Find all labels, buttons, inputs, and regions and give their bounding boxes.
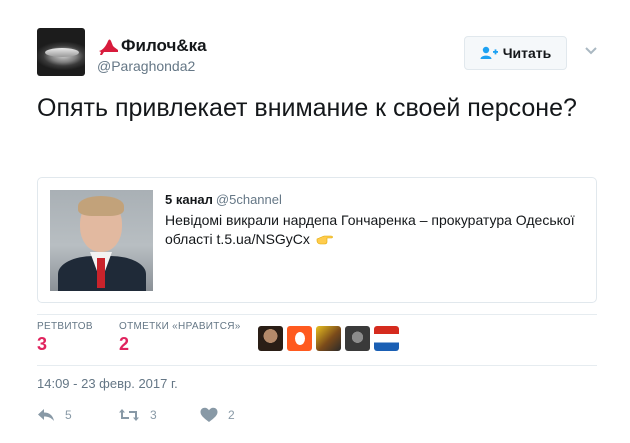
quoted-tweet-image (50, 190, 153, 291)
retweet-count: 3 (150, 408, 157, 422)
quoted-author-handle: @5channel (215, 192, 282, 207)
like-action[interactable]: 2 (200, 407, 235, 423)
likes-label[interactable]: ОТМЕТКИ «НРАВИТСЯ» (119, 321, 241, 332)
reply-count: 5 (65, 408, 72, 422)
add-user-icon (480, 46, 498, 59)
retweets-count[interactable]: 3 (37, 334, 47, 355)
quoted-tweet-text-wrap: Невідомі викрали нардепа Гончаренка – пр… (165, 211, 590, 249)
liker-avatar[interactable] (374, 326, 399, 351)
liker-avatars (258, 326, 399, 351)
like-count: 2 (228, 408, 235, 422)
pointing-hand-icon (316, 235, 333, 245)
retweet-icon (119, 409, 139, 421)
high-heel-icon (99, 39, 118, 55)
stats-divider-top (37, 314, 597, 315)
follow-button-label: Читать (502, 45, 552, 61)
stats-divider-bottom (37, 365, 597, 366)
liker-avatar[interactable] (345, 326, 370, 351)
tweet-timestamp[interactable]: 14:09 - 23 февр. 2017 г. (37, 376, 178, 391)
likes-count[interactable]: 2 (119, 334, 129, 355)
display-name-text: Филоч&ка (121, 36, 207, 55)
author-avatar[interactable] (37, 28, 85, 76)
reply-icon (38, 409, 54, 421)
quoted-tweet-text: Невідомі викрали нардепа Гончаренка – пр… (165, 212, 575, 247)
quoted-tweet[interactable]: 5 канал @5channel Невідомі викрали нардеп… (37, 177, 597, 303)
heart-icon (200, 407, 218, 422)
liker-avatar[interactable] (258, 326, 283, 351)
retweet-action[interactable]: 3 (118, 407, 157, 423)
retweets-label[interactable]: РЕТВИТОВ (37, 321, 93, 332)
follow-button[interactable]: Читать (464, 36, 567, 70)
liker-avatar[interactable] (316, 326, 341, 351)
author-display-name[interactable]: Филоч&ка (97, 36, 207, 56)
quoted-author-name: 5 канал (165, 192, 213, 207)
chevron-down-icon[interactable] (584, 46, 598, 56)
author-handle[interactable]: @Paraghonda2 (97, 58, 195, 74)
liker-avatar[interactable] (287, 326, 312, 351)
tweet-text: Опять привлекает внимание к своей персон… (37, 94, 577, 122)
reply-action[interactable]: 5 (37, 407, 72, 423)
quoted-author: 5 канал @5channel (165, 192, 282, 207)
